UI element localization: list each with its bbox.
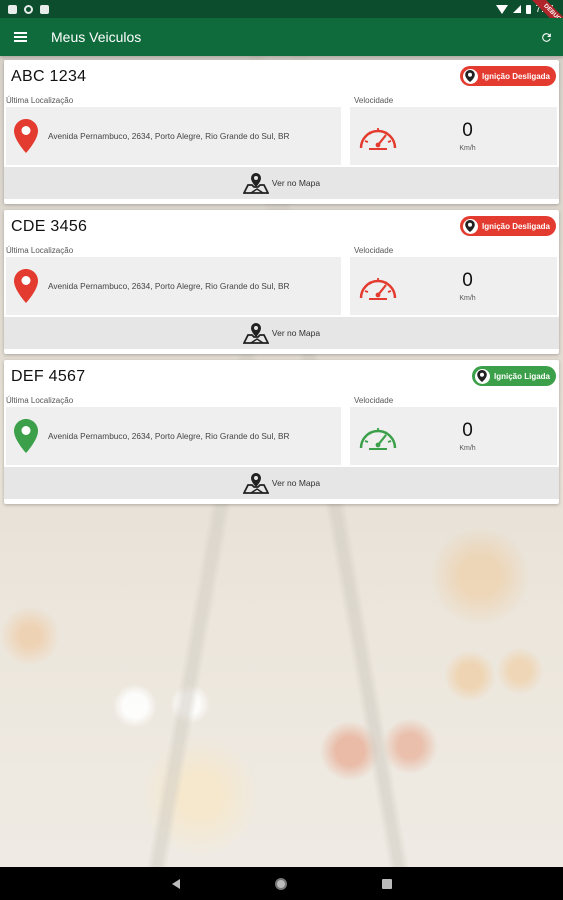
- location-box: Avenida Pernambuco, 2634, Porto Alegre, …: [6, 407, 341, 465]
- ignition-label: Ignição Ligada: [493, 371, 550, 381]
- map-location-icon: [242, 473, 269, 494]
- status-bar: 7:01 DEBUG: [0, 0, 563, 35]
- back-icon[interactable]: [171, 878, 180, 889]
- wifi-icon: [495, 4, 508, 14]
- address-text: Avenida Pernambuco, 2634, Porto Alegre, …: [48, 431, 290, 441]
- speed-unit: Km/h: [459, 445, 476, 452]
- ignition-label: Ignição Desligada: [481, 221, 550, 231]
- last-location-label: Última Localização: [6, 396, 74, 405]
- location-box: Avenida Pernambuco, 2634, Porto Alegre, …: [6, 257, 341, 315]
- navigation-bar: [0, 867, 563, 900]
- speed-label: Velocidade: [354, 246, 394, 255]
- ignition-badge: Ignição Desligada: [459, 66, 556, 86]
- speed-unit: Km/h: [459, 145, 476, 152]
- refresh-icon: [541, 32, 551, 42]
- signal-icon: [512, 5, 521, 13]
- vehicle-plate: DEF 4567: [11, 368, 86, 385]
- hamburger-icon: [13, 32, 27, 42]
- app-bar: Meus Veiculos: [0, 18, 563, 56]
- page-title: Meus Veiculos: [51, 29, 142, 45]
- vehicle-plate: CDE 3456: [11, 218, 88, 235]
- home-icon[interactable]: [274, 877, 287, 890]
- ignition-label: Ignição Desligada: [481, 71, 550, 81]
- vehicle-card: CDE 3456 Ignição Desligada Última Locali…: [4, 210, 559, 354]
- vehicle-list: ABC 1234 Ignição Desligada Última Locali…: [4, 60, 559, 510]
- sd-card-icon: [40, 4, 49, 14]
- battery-icon: [525, 4, 531, 14]
- speed-value: 0: [462, 120, 473, 141]
- vehicle-plate: ABC 1234: [11, 68, 87, 85]
- recent-apps-icon[interactable]: [381, 878, 392, 889]
- last-location-label: Última Localização: [6, 246, 74, 255]
- view-on-map-button[interactable]: Ver no Mapa: [4, 467, 559, 499]
- speed-value: 0: [462, 420, 473, 441]
- speed-box: 0 Km/h: [350, 107, 557, 165]
- view-on-map-label: Ver no Mapa: [271, 328, 321, 338]
- speedometer-icon: [353, 270, 403, 302]
- location-pin-icon: [462, 218, 478, 234]
- location-box: Avenida Pernambuco, 2634, Porto Alegre, …: [6, 107, 341, 165]
- sync-icon: [24, 4, 33, 14]
- menu-button[interactable]: [0, 18, 40, 56]
- location-marker-icon: [6, 269, 46, 303]
- last-location-label: Última Localização: [6, 96, 74, 105]
- speedometer-icon: [353, 420, 403, 452]
- map-location-icon: [242, 323, 269, 344]
- view-on-map-label: Ver no Mapa: [271, 178, 321, 188]
- ignition-badge: Ignição Ligada: [471, 366, 556, 386]
- speed-unit: Km/h: [459, 295, 476, 302]
- speed-box: 0 Km/h: [350, 257, 557, 315]
- location-pin-icon: [462, 68, 478, 84]
- speed-value: 0: [462, 270, 473, 291]
- speedometer-icon: [353, 120, 403, 152]
- view-on-map-button[interactable]: Ver no Mapa: [4, 167, 559, 199]
- address-text: Avenida Pernambuco, 2634, Porto Alegre, …: [48, 281, 290, 291]
- location-pin-icon: [474, 368, 490, 384]
- vehicle-card: ABC 1234 Ignição Desligada Última Locali…: [4, 60, 559, 204]
- notification-icon: [8, 4, 17, 14]
- refresh-button[interactable]: [531, 18, 561, 56]
- vehicle-card: DEF 4567 Ignição Ligada Última Localizaç…: [4, 360, 559, 504]
- speed-label: Velocidade: [354, 396, 394, 405]
- speed-label: Velocidade: [354, 96, 394, 105]
- view-on-map-label: Ver no Mapa: [271, 478, 321, 488]
- view-on-map-button[interactable]: Ver no Mapa: [4, 317, 559, 349]
- speed-box: 0 Km/h: [350, 407, 557, 465]
- location-marker-icon: [6, 419, 46, 453]
- map-location-icon: [242, 173, 269, 194]
- address-text: Avenida Pernambuco, 2634, Porto Alegre, …: [48, 131, 290, 141]
- location-marker-icon: [6, 119, 46, 153]
- ignition-badge: Ignição Desligada: [459, 216, 556, 236]
